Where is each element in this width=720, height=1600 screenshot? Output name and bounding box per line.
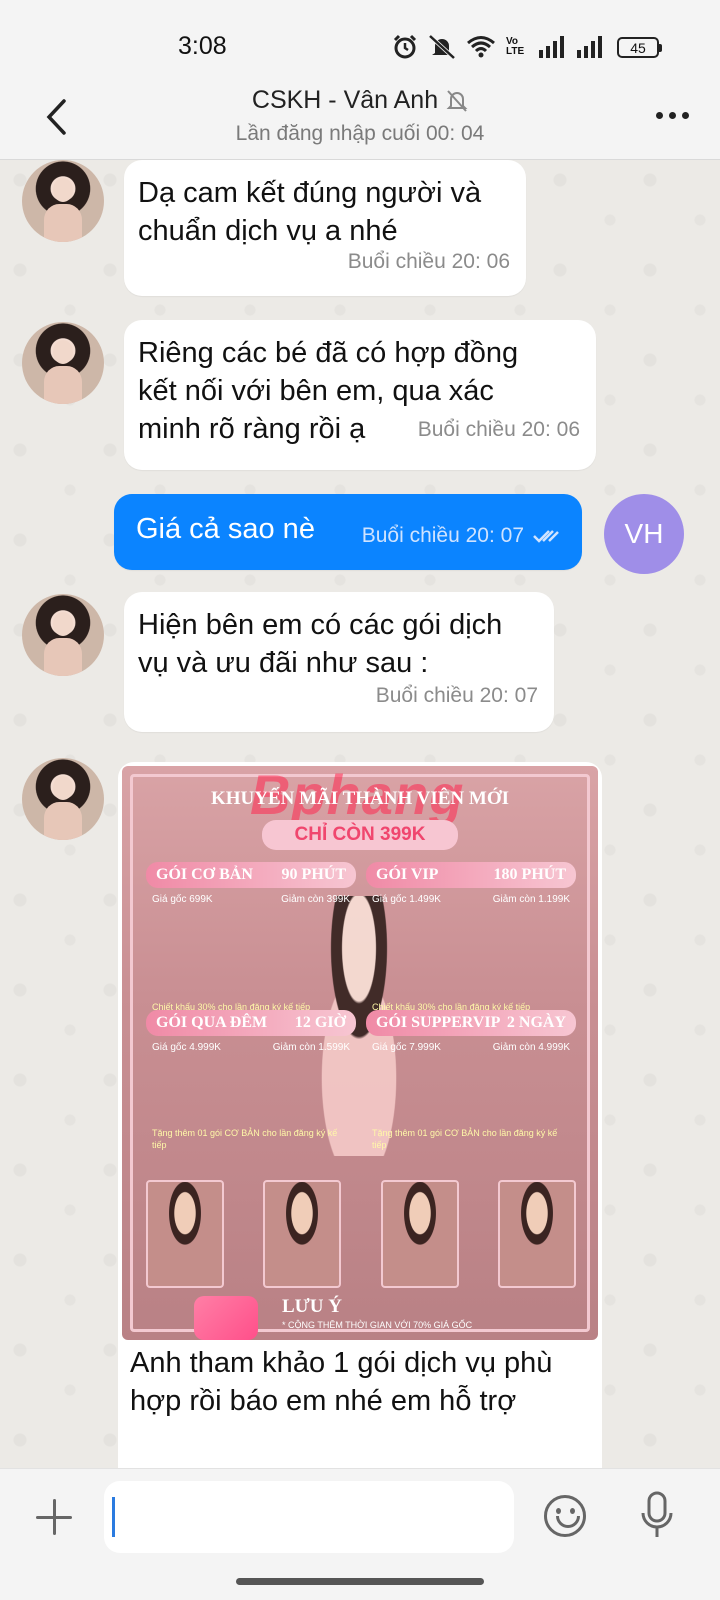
my-message-bubble[interactable]: Giá cả sao nè Buổi chiều 20: 07 xyxy=(114,494,582,570)
package-duration: 90 PHÚT xyxy=(281,866,346,883)
message-bubble[interactable]: Riêng các bé đã có hợp đồng kết nối với … xyxy=(124,320,596,470)
package-original-price: Giá gốc 4.999K xyxy=(152,1042,221,1053)
contact-avatar[interactable] xyxy=(22,322,104,404)
message-time: Buổi chiều 20: 07 xyxy=(375,684,538,707)
package-original-price: Giá gốc 7.999K xyxy=(372,1042,441,1053)
promo-price: CHỈ CÒN 399K xyxy=(262,820,458,850)
promo-thumbnails xyxy=(146,1180,576,1290)
promo-logo xyxy=(194,1296,258,1340)
contact-avatar[interactable] xyxy=(22,758,104,840)
package-note: Tặng thêm 01 gói CƠ BẢN cho lần đăng ký … xyxy=(372,1128,558,1150)
text-cursor xyxy=(112,1497,115,1537)
package-original-price: Giá gốc 1.499K xyxy=(372,894,441,905)
package-original-price: Giá gốc 699K xyxy=(152,894,213,905)
package-duration: 2 NGÀY xyxy=(506,1014,566,1031)
package-card: GÓI SUPPERVIP 2 NGÀY Giá gốc 7.999K Giảm c… xyxy=(366,1010,576,1180)
package-card: GÓI QUA ĐÊM 12 GIỜ Giá gốc 4.999K Giảm còn… xyxy=(146,1010,356,1180)
mute-icon xyxy=(446,89,468,112)
package-name: GÓI VIP xyxy=(376,866,439,883)
chat-message-list[interactable]: Dạ cam kết đúng người và chuẩn dịch vụ a… xyxy=(0,160,720,1468)
message-bubble[interactable]: Hiện bên em có các gói dịch vụ và ưu đãi… xyxy=(124,592,554,732)
package-name: GÓI SUPPERVIP xyxy=(376,1014,501,1031)
alarm-icon xyxy=(393,34,417,59)
promo-footer-note: * CỘNG THÊM THỜI GIAN VỚI 70% GIÁ GỐC xyxy=(282,1320,473,1330)
package-name: GÓI QUA ĐÊM xyxy=(156,1014,268,1031)
message-input[interactable] xyxy=(104,1481,514,1553)
chat-title: CSKH - Vân Anh xyxy=(251,86,439,114)
image-message-bubble[interactable]: Bphang KHUYẾN MÃI THÀNH VIÊN MỚI CHỈ CÒN… xyxy=(118,762,602,1468)
thumbnail-image xyxy=(497,1180,576,1288)
package-discount-price: Giảm còn 4.999K xyxy=(492,1042,570,1053)
wifi-icon xyxy=(467,36,495,58)
contact-avatar[interactable] xyxy=(22,160,104,242)
thumbnail-image xyxy=(146,1180,224,1288)
microphone-icon[interactable] xyxy=(640,1491,674,1541)
message-text: Giá cả sao nè xyxy=(136,513,315,545)
package-discount-price: Giảm còn 399K xyxy=(281,894,350,905)
package-name: GÓI CƠ BẢN xyxy=(156,866,253,883)
package-discount-price: Giảm còn 1.599K xyxy=(272,1042,350,1053)
network-type-label: Vo LTE xyxy=(506,36,525,57)
status-time: 3:08 xyxy=(178,32,227,60)
my-avatar[interactable]: VH xyxy=(604,494,684,574)
promo-image[interactable]: Bphang KHUYẾN MÃI THÀNH VIÊN MỚI CHỈ CÒN… xyxy=(122,766,598,1340)
signal-icon xyxy=(539,36,564,58)
smiley-icon[interactable] xyxy=(544,1495,586,1537)
package-duration: 12 GIỜ xyxy=(294,1014,346,1031)
package-card: GÓI CƠ BẢN 90 PHÚT Giá gốc 699K Giảm còn 3… xyxy=(146,862,356,1032)
chat-header: CSKH - Vân Anh Lần đăng nhập cuối 00: 04 xyxy=(0,86,720,160)
status-icons: Vo LTE xyxy=(392,34,604,60)
message-text: Hiện bên em có các gói dịch vụ và ưu đãi… xyxy=(138,609,503,679)
package-card: GÓI VIP 180 PHÚT Giá gốc 1.499K Giảm còn 1… xyxy=(366,862,576,1032)
more-dot xyxy=(681,111,689,119)
plus-icon[interactable] xyxy=(34,1497,74,1537)
promo-title: KHUYẾN MÃI THÀNH VIÊN MỚI xyxy=(210,788,510,809)
more-dot xyxy=(655,111,663,119)
bell-off-icon xyxy=(428,34,456,60)
home-indicator[interactable] xyxy=(236,1578,484,1585)
message-bubble[interactable]: Dạ cam kết đúng người và chuẩn dịch vụ a… xyxy=(124,160,526,296)
package-note: Tặng thêm 01 gói CƠ BẢN cho lần đăng ký … xyxy=(152,1128,338,1150)
more-dot xyxy=(668,111,676,119)
status-bar: 3:08 Vo LTE 45 xyxy=(0,0,720,86)
message-time: Buổi chiều 20: 06 xyxy=(347,250,510,273)
package-duration: 180 PHÚT xyxy=(493,866,566,883)
promo-note-title: LƯU Ý xyxy=(282,1296,342,1317)
package-discount-price: Giảm còn 1.199K xyxy=(492,894,570,905)
signal-icon-2 xyxy=(577,36,602,58)
battery-indicator: 45 xyxy=(617,37,662,58)
image-caption: Anh tham khảo 1 gói dịch vụ phù hợp rồi … xyxy=(130,1347,553,1417)
more-options-button[interactable] xyxy=(650,100,694,130)
message-text: Dạ cam kết đúng người và chuẩn dịch vụ a… xyxy=(138,177,482,247)
last-seen-status: Lần đăng nhập cuối 00: 04 xyxy=(235,122,485,145)
double-check-icon xyxy=(533,530,559,543)
chat-title-row[interactable]: CSKH - Vân Anh xyxy=(0,86,720,115)
thumbnail-image xyxy=(380,1180,459,1288)
message-time: Buổi chiều 20: 07 xyxy=(361,524,524,547)
thumbnail-image xyxy=(263,1180,342,1288)
contact-avatar[interactable] xyxy=(22,594,104,676)
